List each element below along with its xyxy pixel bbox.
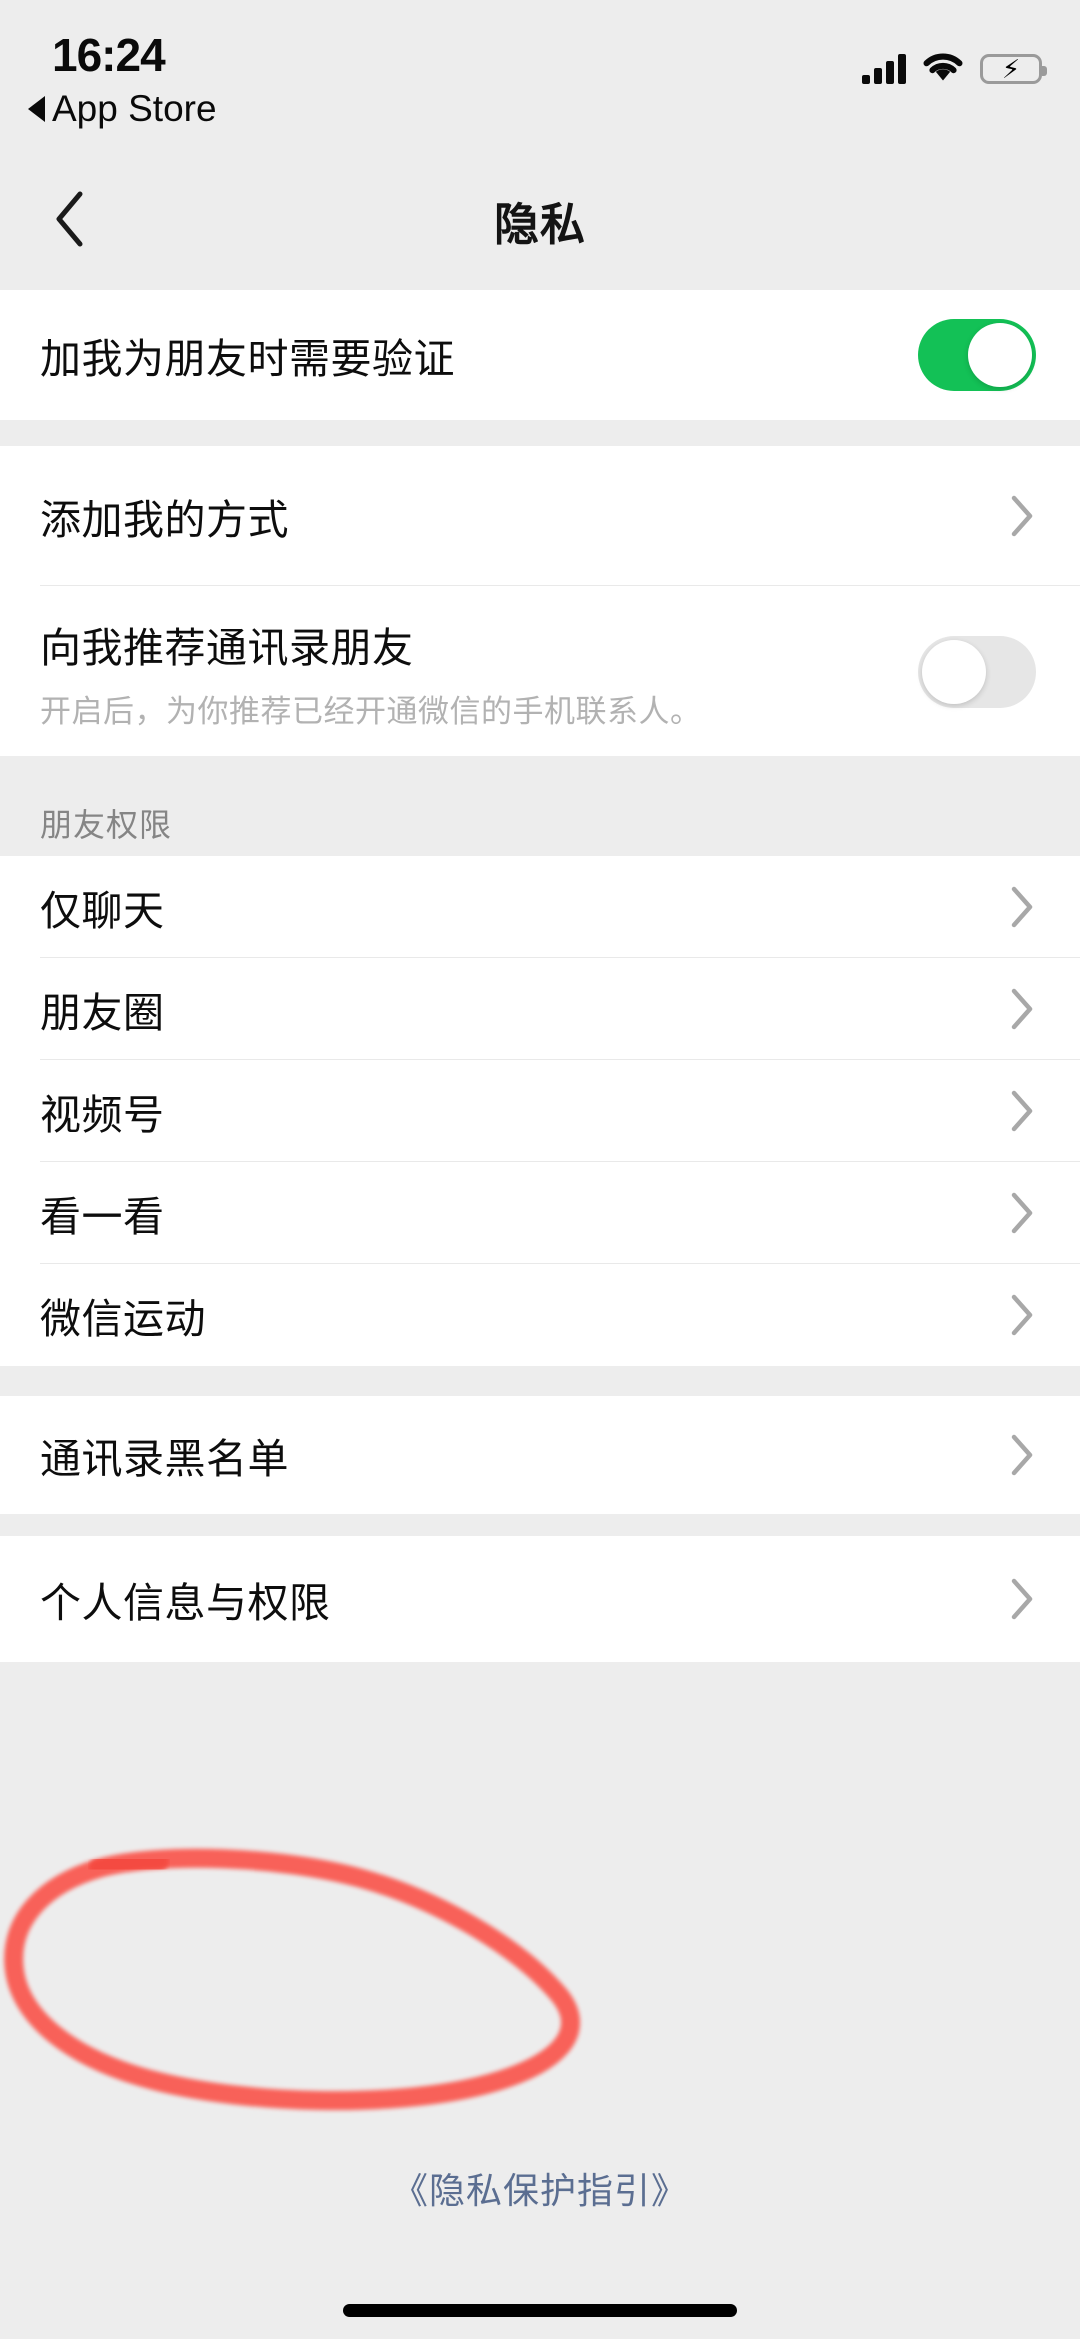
row-chat-only[interactable]: 仅聊天 xyxy=(0,856,1080,958)
navigation-bar: 隐私 xyxy=(0,150,1080,290)
chevron-right-icon xyxy=(1008,1430,1036,1480)
toggle-knob xyxy=(968,323,1032,387)
row-label: 看一看 xyxy=(40,1194,165,1240)
cellular-signal-icon xyxy=(862,53,906,84)
row-label: 微信运动 xyxy=(40,1296,206,1342)
battery-charging-icon: ⚡ xyxy=(980,53,1047,84)
back-to-app-label: App Store xyxy=(52,88,217,129)
row-require-verification[interactable]: 加我为朋友时需要验证 xyxy=(0,290,1080,420)
toggle-knob xyxy=(922,640,986,704)
row-contacts-blacklist[interactable]: 通讯录黑名单 xyxy=(0,1396,1080,1514)
section-gap xyxy=(0,1366,1080,1396)
status-bar-indicators: ⚡ xyxy=(862,50,1047,87)
row-label: 朋友圈 xyxy=(40,990,165,1036)
row-top-stories[interactable]: 看一看 xyxy=(0,1162,1080,1264)
status-bar-time: 16:24 xyxy=(52,29,166,81)
settings-card-friend-permissions: 仅聊天 朋友圈 视频号 看一看 微信运动 xyxy=(0,856,1080,1366)
chevron-right-icon xyxy=(1008,1188,1036,1238)
chevron-right-icon xyxy=(1008,1290,1036,1340)
chevron-right-icon xyxy=(1008,882,1036,932)
section-header-friend-permissions: 朋友权限 xyxy=(0,756,1080,856)
row-wechat-sport[interactable]: 微信运动 xyxy=(0,1264,1080,1366)
red-circle-annotation xyxy=(0,1846,640,2116)
row-label: 个人信息与权限 xyxy=(40,1580,331,1626)
settings-card-blacklist: 通讯录黑名单 xyxy=(0,1396,1080,1514)
row-channels[interactable]: 视频号 xyxy=(0,1060,1080,1162)
row-moments[interactable]: 朋友圈 xyxy=(0,958,1080,1060)
row-label: 视频号 xyxy=(40,1092,165,1138)
row-recommend-contacts[interactable]: 向我推荐通讯录朋友 开启后，为你推荐已经开通微信的手机联系人。 xyxy=(0,586,1080,756)
row-label: 向我推荐通讯录朋友 xyxy=(40,625,414,671)
row-subtitle: 开启后，为你推荐已经开通微信的手机联系人。 xyxy=(40,694,702,729)
status-bar: 16:24 App Store ⚡ xyxy=(0,0,1080,150)
row-label: 加我为朋友时需要验证 xyxy=(40,336,455,382)
chevron-right-icon xyxy=(1008,491,1036,541)
toggle-require-verification[interactable] xyxy=(918,319,1036,391)
toggle-recommend-contacts[interactable] xyxy=(918,636,1036,708)
wifi-icon xyxy=(922,50,964,87)
settings-card-discovery: 添加我的方式 向我推荐通讯录朋友 开启后，为你推荐已经开通微信的手机联系人。 xyxy=(0,446,1080,756)
row-label: 通讯录黑名单 xyxy=(40,1436,289,1482)
home-indicator[interactable] xyxy=(343,2304,737,2317)
chevron-right-icon xyxy=(1008,1086,1036,1136)
privacy-policy-link[interactable]: 《隐私保护指引》 xyxy=(0,2162,1080,2214)
row-label: 添加我的方式 xyxy=(40,497,289,543)
settings-card-verification: 加我为朋友时需要验证 xyxy=(0,290,1080,420)
row-personal-info-and-permissions[interactable]: 个人信息与权限 xyxy=(0,1536,1080,1662)
back-triangle-icon xyxy=(28,96,45,122)
section-gap xyxy=(0,420,1080,446)
section-gap xyxy=(0,1514,1080,1536)
row-add-me-methods[interactable]: 添加我的方式 xyxy=(0,446,1080,586)
chevron-right-icon xyxy=(1008,1574,1036,1624)
settings-card-personal-info: 个人信息与权限 xyxy=(0,1536,1080,1662)
back-to-app-store-button[interactable]: App Store xyxy=(28,88,217,130)
row-label: 仅聊天 xyxy=(40,888,165,934)
page-title: 隐私 xyxy=(493,199,586,250)
chevron-right-icon xyxy=(1008,984,1036,1034)
